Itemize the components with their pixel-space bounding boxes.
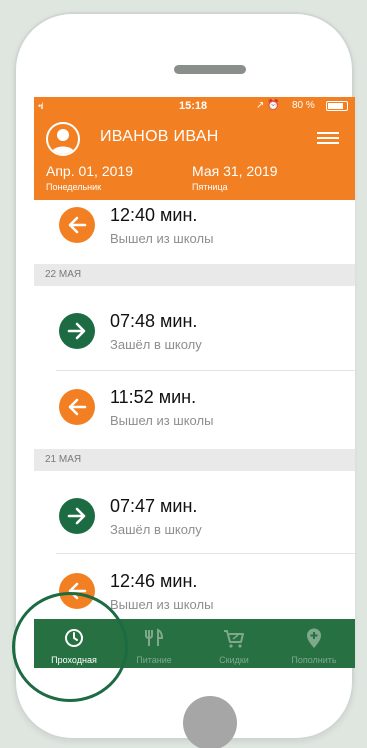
app-screen: •ıl 15:18 ↗ ⏰ 80 % ИВАНОВ ИВАН Апр. 01, … — [34, 97, 355, 668]
discount-cart-icon — [224, 630, 244, 648]
entry-description: Вышел из школы — [110, 413, 214, 428]
divider — [56, 553, 355, 554]
exit-arrow-icon — [59, 207, 95, 243]
app-header: •ıl 15:18 ↗ ⏰ 80 % ИВАНОВ ИВАН Апр. 01, … — [34, 97, 355, 200]
entry-description: Вышел из школы — [110, 597, 214, 612]
tab-label: Пополнить — [291, 655, 337, 665]
date-section-header: 21 МАЯ — [34, 449, 355, 471]
entry-time: 11:52 мин. — [110, 387, 197, 407]
divider — [56, 370, 355, 371]
entry-time: 07:47 мин. — [110, 496, 198, 516]
entry-description: Зашёл в школу — [110, 337, 202, 352]
status-bar: •ıl 15:18 ↗ ⏰ 80 % — [34, 97, 355, 115]
location-alarm-icons: ↗ ⏰ — [256, 100, 280, 111]
hamburger-menu-icon[interactable] — [317, 132, 339, 144]
location-plus-icon — [307, 628, 321, 648]
enter-arrow-icon — [59, 498, 95, 534]
exit-arrow-icon — [59, 389, 95, 425]
list-item[interactable]: 07:48 мин. Зашёл в школу — [34, 299, 355, 379]
battery-level: 80 % — [292, 100, 315, 111]
signal-icon: •ıl — [38, 101, 44, 111]
entry-description: Зашёл в школу — [110, 522, 202, 537]
list-item[interactable]: 12:40 мин. Вышел из школы — [34, 200, 355, 273]
tab-top-up[interactable]: Пополнить — [274, 619, 354, 668]
entry-time: 07:48 мин. — [110, 311, 198, 331]
status-time: 15:18 — [179, 100, 208, 112]
user-icon — [51, 129, 75, 154]
highlight-annotation-circle — [12, 592, 128, 702]
entry-time: 12:46 мин. — [110, 571, 198, 591]
weekday-to: Пятница — [192, 182, 228, 192]
avatar[interactable] — [46, 122, 80, 156]
entry-description: Вышел из школы — [110, 231, 214, 246]
user-name: ИВАНОВ ИВАН — [100, 128, 219, 145]
battery-icon — [326, 101, 348, 111]
date-section-header: 22 МАЯ — [34, 264, 355, 286]
list-item[interactable]: 07:47 мин. Зашёл в школу — [34, 484, 355, 564]
phone-speaker — [174, 65, 246, 74]
weekday-from: Понедельник — [46, 182, 102, 192]
date-from[interactable]: Апр. 01, 2019 — [46, 163, 133, 179]
tab-label: Скидки — [219, 655, 249, 665]
enter-arrow-icon — [59, 313, 95, 349]
tab-discounts[interactable]: Скидки — [194, 619, 274, 668]
fork-knife-icon — [145, 628, 164, 646]
entry-time: 12:40 мин. — [110, 205, 198, 225]
list-item[interactable]: 11:52 мин. Вышел из школы — [34, 375, 355, 455]
date-to[interactable]: Мая 31, 2019 — [192, 163, 278, 179]
attendance-list[interactable]: 12:40 мин. Вышел из школы 22 МАЯ 07:48 м… — [34, 200, 355, 619]
home-button[interactable] — [183, 696, 237, 748]
